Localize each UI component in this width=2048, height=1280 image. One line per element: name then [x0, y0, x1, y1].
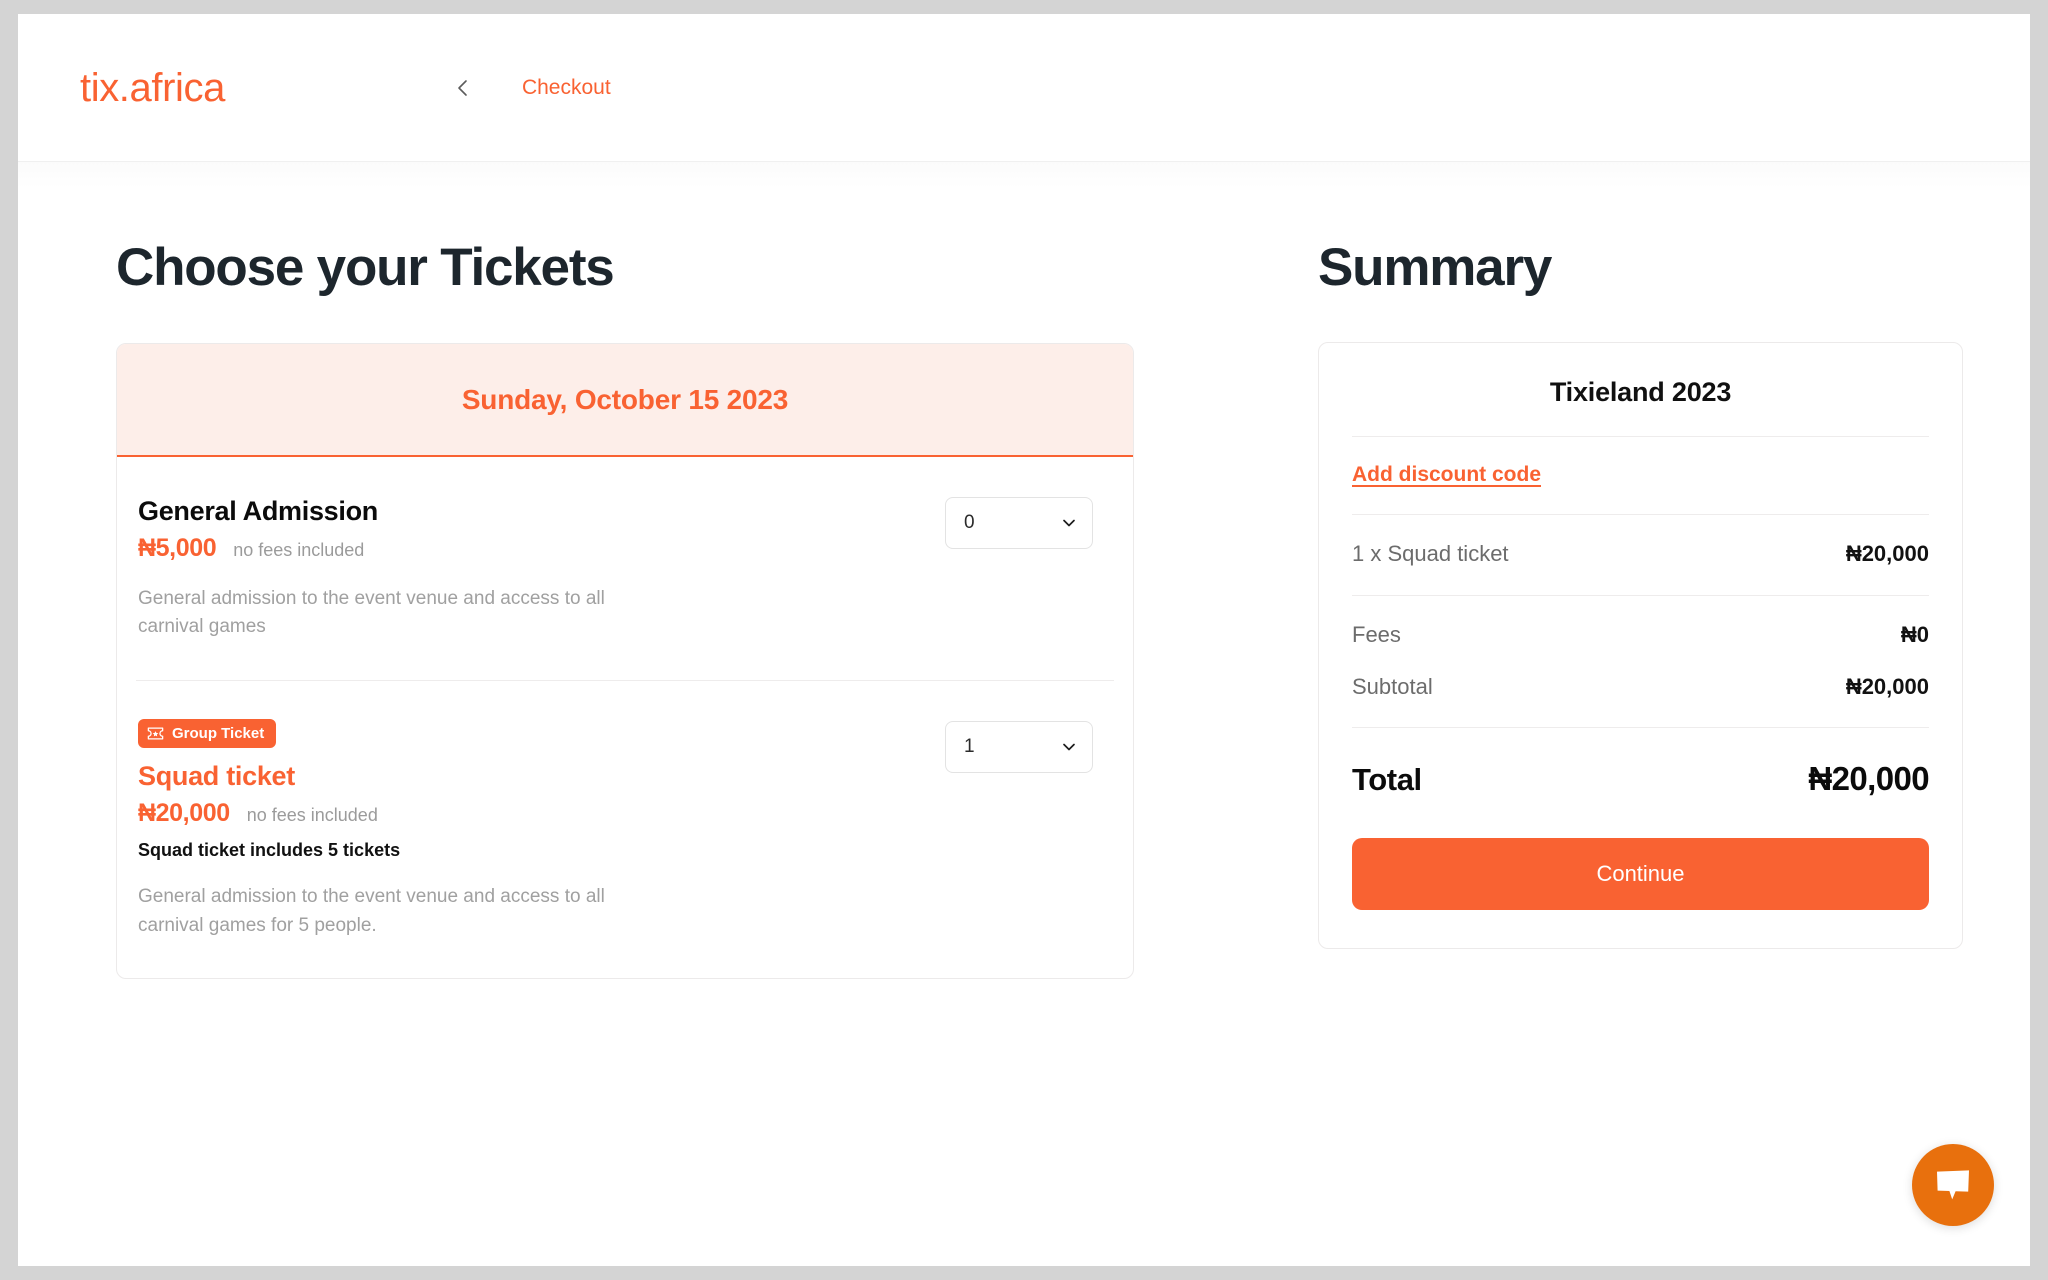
- summary-items: 1 x Squad ticket ₦20,000: [1352, 515, 1929, 597]
- content-columns: Choose your Tickets Sunday, October 15 2…: [18, 162, 2030, 980]
- page-title: Choose your Tickets: [116, 238, 615, 297]
- summary-card: Tixieland 2023 Add discount code 1 x Squ…: [1318, 342, 1963, 950]
- ticket-fees-note: no fees included: [233, 539, 365, 560]
- chevron-down-icon: [1060, 514, 1078, 532]
- ticket-name: Squad ticket: [138, 761, 295, 792]
- date-banner: Sunday, October 15 2023: [117, 344, 1133, 458]
- ticket-fees-note: no fees included: [246, 804, 378, 825]
- ticket-description: General admission to the event venue and…: [138, 587, 605, 638]
- line-item-label: 1 x Squad ticket: [1352, 541, 1509, 567]
- subtotal-label: Subtotal: [1352, 674, 1433, 700]
- ticket-includes-note: Squad ticket includes 5 tickets: [138, 839, 401, 860]
- total-label: Total: [1352, 762, 1422, 798]
- tickets-card: Sunday, October 15 2023 General Admissio…: [116, 343, 1134, 980]
- ticket-price-line: ₦20,000 no fees included: [138, 799, 945, 828]
- quantity-control: 0: [945, 497, 1093, 550]
- quantity-control: 1: [945, 721, 1093, 774]
- summary-total-row: Total ₦20,000: [1352, 728, 1930, 798]
- summary-totals: Fees ₦0 Subtotal ₦20,000: [1352, 596, 1929, 729]
- ticket-price: ₦5,000: [138, 533, 217, 562]
- site-header: tix.africa Checkout: [18, 14, 2030, 162]
- breadcrumb[interactable]: Checkout: [522, 76, 611, 100]
- chat-bubble-icon: [1934, 1168, 1972, 1202]
- ticket-name: General Admission: [138, 496, 378, 527]
- ticket-row: General Admission ₦5,000 no fees include…: [117, 457, 1133, 680]
- summary-line-item: 1 x Squad ticket ₦20,000: [1352, 515, 1929, 567]
- summary-subtotal-row: Subtotal ₦20,000: [1352, 648, 1929, 700]
- quantity-value: 1: [964, 736, 975, 758]
- ticket-row: Group Ticket Squad ticket ₦20,000 no fee…: [136, 680, 1114, 978]
- summary-title: Summary: [1318, 238, 1552, 297]
- ticket-star-icon: [147, 727, 164, 740]
- ticket-info: Group Ticket Squad ticket ₦20,000 no fee…: [138, 719, 945, 940]
- tickets-column: Choose your Tickets Sunday, October 15 2…: [18, 238, 1134, 980]
- group-ticket-badge: Group Ticket: [138, 719, 277, 749]
- header-nav: Checkout: [452, 76, 611, 100]
- continue-button[interactable]: Continue: [1352, 838, 1929, 911]
- chat-widget-button[interactable]: [1912, 1144, 1994, 1226]
- brand-logo[interactable]: tix.africa: [80, 68, 225, 108]
- ticket-info: General Admission ₦5,000 no fees include…: [138, 495, 945, 642]
- summary-fees-row: Fees ₦0: [1352, 596, 1929, 648]
- chevron-down-icon: [1060, 738, 1078, 756]
- add-discount-code-link[interactable]: Add discount code: [1352, 463, 1541, 487]
- summary-column: Summary Tixieland 2023 Add discount code…: [1113, 238, 1963, 979]
- date-banner-text: Sunday, October 15 2023: [461, 383, 789, 415]
- page-body: Choose your Tickets Sunday, October 15 2…: [18, 162, 2030, 1266]
- badge-label: Group Ticket: [172, 725, 265, 743]
- fees-value: ₦0: [1900, 622, 1929, 648]
- ticket-description: General admission to the event venue and…: [138, 885, 605, 936]
- browser-viewport: tix.africa Checkout Choose your Tickets …: [18, 14, 2030, 1266]
- quantity-select[interactable]: 1: [945, 721, 1093, 774]
- quantity-value: 0: [964, 512, 975, 534]
- summary-event-name: Tixieland 2023: [1352, 377, 1929, 438]
- ticket-price-line: ₦5,000 no fees included: [138, 534, 945, 563]
- subtotal-value: ₦20,000: [1845, 674, 1929, 700]
- chevron-left-icon[interactable]: [452, 77, 474, 99]
- fees-label: Fees: [1352, 622, 1401, 648]
- quantity-select[interactable]: 0: [945, 497, 1093, 550]
- total-value: ₦20,000: [1808, 760, 1929, 798]
- line-item-value: ₦20,000: [1845, 541, 1929, 567]
- ticket-price: ₦20,000: [138, 798, 230, 827]
